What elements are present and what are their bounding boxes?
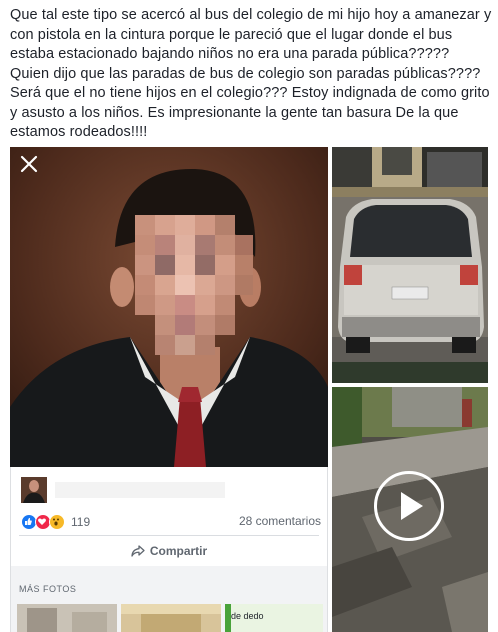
avatar[interactable] bbox=[21, 477, 47, 503]
share-button[interactable]: Compartir bbox=[11, 541, 327, 561]
more-photos-label: MÁS FOTOS bbox=[19, 584, 77, 594]
comments-count[interactable]: 28 comentarios bbox=[239, 514, 321, 528]
photo-card: 119 28 comentarios Compartir MÁS FOTOS d… bbox=[10, 467, 328, 632]
share-label: Compartir bbox=[149, 544, 208, 558]
more-photo-thumb[interactable]: de dedo bbox=[225, 604, 323, 632]
more-photo-thumb[interactable] bbox=[17, 604, 117, 632]
reactions-summary[interactable]: 119 bbox=[21, 514, 90, 530]
reaction-count: 119 bbox=[71, 515, 91, 529]
post-text: Que tal este tipo se acercó al bus del c… bbox=[10, 7, 492, 140]
share-icon bbox=[131, 545, 145, 557]
author-name-placeholder bbox=[55, 482, 225, 498]
play-icon bbox=[401, 492, 423, 520]
main-photo[interactable] bbox=[10, 147, 328, 467]
street-video[interactable] bbox=[332, 387, 488, 632]
more-photos-section: MÁS FOTOS de dedo bbox=[11, 566, 327, 632]
divider bbox=[19, 535, 319, 536]
thumb-caption: de dedo bbox=[231, 611, 264, 621]
more-photo-thumb[interactable] bbox=[121, 604, 221, 632]
car-image bbox=[332, 147, 488, 383]
car-photo[interactable] bbox=[332, 147, 488, 383]
close-icon[interactable] bbox=[18, 153, 40, 175]
man-portrait-image bbox=[10, 147, 328, 467]
play-button[interactable] bbox=[374, 471, 444, 541]
wow-icon bbox=[49, 514, 65, 530]
